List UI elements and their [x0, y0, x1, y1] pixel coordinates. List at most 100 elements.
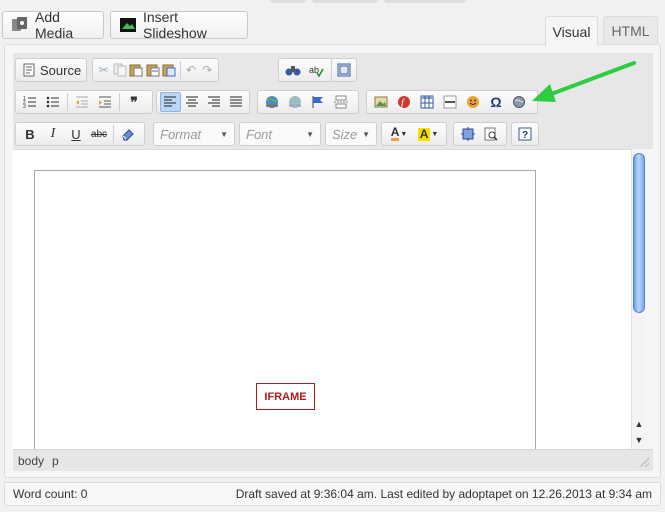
fullscreen-group	[331, 58, 357, 82]
align-center-button[interactable]	[182, 92, 203, 112]
media-icon	[11, 17, 29, 33]
resize-handle-icon[interactable]	[639, 457, 649, 467]
indent-button[interactable]	[94, 92, 116, 112]
blockquote-button[interactable]: ❞	[123, 92, 145, 112]
underline-icon: U	[71, 126, 81, 142]
about-button[interactable]: ?	[515, 124, 535, 144]
source-button[interactable]: Source	[19, 60, 85, 80]
source-icon	[23, 63, 35, 77]
element-path-bar: body p	[13, 449, 653, 471]
bold-button[interactable]: B	[19, 124, 41, 144]
show-blocks-button[interactable]	[457, 124, 479, 144]
find-button[interactable]	[282, 60, 304, 80]
separator	[67, 93, 68, 111]
font-dropdown-label: Font	[246, 126, 273, 142]
svg-text:?: ?	[522, 130, 528, 141]
numbered-list-button[interactable]: 123	[19, 92, 41, 112]
unlink-button[interactable]	[284, 92, 306, 112]
editor-content[interactable]: IFRAME	[13, 149, 631, 460]
align-right-icon	[207, 96, 220, 107]
top-edge-fragment	[312, 0, 378, 3]
source-label: Source	[40, 62, 82, 78]
format-dropdown-label: Format	[160, 126, 202, 142]
background-color-button[interactable]: A ▼	[414, 124, 442, 144]
redo-button[interactable]: ↷	[200, 60, 215, 80]
vertical-scrollbar[interactable]: ▲ ▼	[631, 149, 645, 449]
underline-button[interactable]: U	[65, 124, 87, 144]
tab-visual[interactable]: Visual	[545, 16, 598, 46]
font-dropdown[interactable]: Font ▼	[239, 122, 321, 146]
undo-button[interactable]: ↶	[183, 60, 198, 80]
indent-icon	[99, 96, 111, 108]
replace-button[interactable]: ab	[305, 60, 327, 80]
smiley-button[interactable]	[462, 92, 484, 112]
iframe-label: IFRAME	[256, 383, 315, 410]
scroll-down-icon[interactable]: ▼	[632, 433, 646, 447]
paste-button[interactable]	[129, 60, 144, 80]
justify-icon	[229, 96, 242, 107]
post-status-bar: Word count: 0 Draft saved at 9:36:04 am.…	[4, 482, 661, 506]
paste-text-icon	[146, 64, 160, 77]
bullet-list-button[interactable]	[42, 92, 64, 112]
tab-html[interactable]: HTML	[603, 16, 658, 45]
insert-slideshow-button[interactable]: Insert Slideshow	[110, 9, 248, 41]
anchor-button[interactable]	[307, 92, 329, 112]
find-group: ab	[278, 58, 334, 82]
maximize-icon	[337, 63, 351, 77]
link-globe-icon	[266, 96, 278, 108]
cut-button[interactable]: ✂	[96, 60, 111, 80]
tab-visual-label: Visual	[552, 23, 591, 40]
maximize-button[interactable]	[335, 60, 353, 80]
top-edge-fragment	[384, 0, 466, 3]
special-char-button[interactable]: Ω	[485, 92, 507, 112]
separator	[179, 61, 181, 79]
preview-button[interactable]	[480, 124, 502, 144]
add-media-button[interactable]: Add Media	[2, 9, 104, 41]
insert-image-button[interactable]	[370, 92, 392, 112]
scrollbar-thumb[interactable]	[633, 153, 645, 313]
top-edge-fragment	[270, 0, 306, 3]
text-color-icon: A	[390, 125, 400, 141]
format-dropdown[interactable]: Format ▼	[153, 122, 235, 146]
help-icon: ?	[518, 127, 532, 141]
align-left-button[interactable]	[160, 92, 181, 112]
copy-button[interactable]	[112, 60, 127, 80]
unlink-globe-icon	[289, 96, 301, 108]
text-color-button[interactable]: A ▼	[385, 124, 413, 144]
align-left-icon	[164, 96, 177, 107]
separator	[113, 125, 114, 143]
pagebreak-button[interactable]	[330, 92, 352, 112]
italic-button[interactable]: I	[42, 124, 64, 144]
add-media-label: Add Media	[35, 9, 74, 41]
help-group: ?	[511, 122, 539, 146]
outdent-button[interactable]	[71, 92, 93, 112]
source-group: Source	[15, 58, 87, 82]
italic-icon: I	[50, 126, 56, 141]
strikethrough-icon: abc	[90, 128, 108, 140]
separator	[119, 93, 120, 111]
copy-icon	[113, 63, 127, 77]
insert-table-button[interactable]	[416, 92, 438, 112]
insert-flash-button[interactable]: f	[393, 92, 415, 112]
iframe-placeholder[interactable]: IFRAME	[34, 170, 536, 460]
path-item-body[interactable]: body	[18, 454, 44, 468]
slideshow-icon	[119, 17, 137, 33]
list-group: 123 ❞	[15, 90, 153, 114]
align-right-button[interactable]	[204, 92, 225, 112]
numbered-list-icon: 123	[23, 96, 36, 109]
horizontal-rule-icon	[443, 95, 457, 109]
chevron-down-icon: ▼	[306, 129, 314, 139]
path-item-p[interactable]: p	[52, 454, 59, 468]
horizontal-rule-button[interactable]	[439, 92, 461, 112]
strikethrough-button[interactable]: abc	[88, 124, 110, 144]
scroll-up-icon[interactable]: ▲	[632, 417, 646, 431]
remove-format-button[interactable]	[117, 124, 139, 144]
justify-button[interactable]	[225, 92, 246, 112]
image-icon	[374, 96, 388, 108]
size-dropdown[interactable]: Size ▼	[325, 122, 377, 146]
paste-word-button[interactable]	[161, 60, 176, 80]
paste-text-button[interactable]	[145, 60, 160, 80]
chevron-down-icon: ▼	[220, 129, 228, 139]
link-button[interactable]	[261, 92, 283, 112]
link-group	[257, 90, 359, 114]
